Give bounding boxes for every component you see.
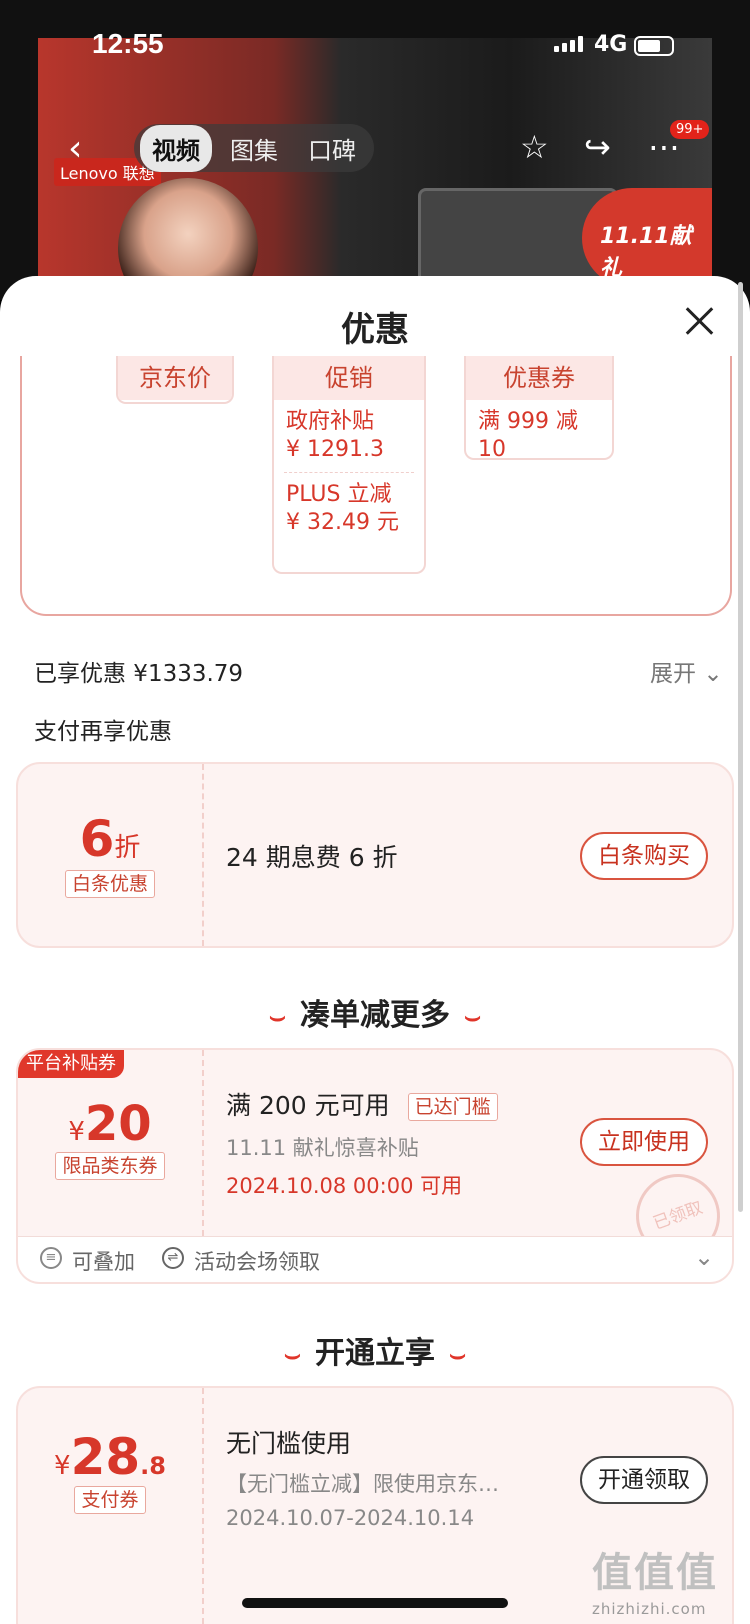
platform-coupon-footer: ≡ 可叠加 ⇌ 活动会场领取 ⌄ xyxy=(18,1236,732,1282)
baitiao-tag: 白条优惠 xyxy=(64,870,155,898)
coupon-item: 满 999 减 10 xyxy=(478,409,578,460)
tab-video[interactable]: 视频 xyxy=(140,124,212,172)
section-activate: ⌣ 开通立享 ⌣ xyxy=(283,1336,467,1371)
platform-coupon-subtitle: 11.11 献礼惊喜补贴 xyxy=(226,1136,419,1160)
venue-label: 活动会场领取 xyxy=(194,1250,320,1274)
message-badge: 99+ xyxy=(670,120,710,139)
enjoyed-discount: 已享优惠 ¥1333.79 xyxy=(34,661,244,687)
pay-more-heading: 支付再享优惠 xyxy=(34,719,172,745)
jd-price-label: 京东价 xyxy=(118,356,232,400)
baitiao-offer-card: 6折 白条优惠 24 期息费 6 折 白条购买 xyxy=(16,762,734,948)
coupon-card: 优惠券 满 999 减 10 xyxy=(464,356,614,460)
sheet-title: 优惠 xyxy=(341,310,409,350)
stackable-icon: ≡ xyxy=(40,1247,62,1269)
promo-item-subsidy: 政府补贴 ¥ 1291.3 xyxy=(286,409,384,462)
platform-coupon-card: 平台补贴券 ¥20 限品类东券 满 200 元可用 已达门槛 11.11 献礼惊… xyxy=(16,1048,734,1284)
product-top-nav: ‹ 视频 图集 口碑 ☆ ↪ ⋯ 99+ xyxy=(0,120,750,180)
coupon-label: 优惠券 xyxy=(466,356,612,400)
star-icon[interactable]: ☆ xyxy=(520,128,549,166)
baitiao-discount: 6折 xyxy=(79,810,141,868)
pay-coupon-subtitle: 【无门槛立减】限使用京东… xyxy=(226,1472,499,1496)
media-tabs: 视频 图集 口碑 xyxy=(134,124,374,172)
pay-coupon-tag: 支付券 xyxy=(74,1486,146,1514)
jd-price-card: 京东价 xyxy=(116,356,234,404)
baitiao-desc: 24 期息费 6 折 xyxy=(226,843,398,872)
section-more-discounts: ⌣ 凑单减更多 ⌣ xyxy=(268,998,482,1033)
platform-coupon-title-row: 满 200 元可用 已达门槛 xyxy=(226,1086,498,1122)
signal-icon xyxy=(554,36,583,52)
pay-coupon-left: ¥28.8 支付券 xyxy=(18,1388,204,1624)
close-icon[interactable] xyxy=(684,306,714,336)
baitiao-left: 6折 白条优惠 xyxy=(18,764,204,946)
tab-reviews[interactable]: 口碑 xyxy=(296,125,368,172)
back-arrow-icon[interactable]: ‹ xyxy=(68,128,82,169)
discount-sheet: 优惠 京东价 促销 政府补贴 ¥ 1291.3 PLUS 立减 ¥ 32.49 … xyxy=(0,276,750,1624)
stackable-label: 可叠加 xyxy=(72,1250,135,1274)
battery-icon xyxy=(634,36,674,56)
threshold-reached-tag: 已达门槛 xyxy=(407,1093,498,1121)
status-time: 12:55 xyxy=(92,28,164,59)
home-indicator[interactable] xyxy=(242,1598,508,1608)
site-watermark: 值值值 zhizhizhi.com xyxy=(592,1550,718,1618)
promo-item-plus: PLUS 立减 ¥ 32.49 元 xyxy=(286,482,399,535)
expand-button[interactable]: 展开 ⌄ xyxy=(650,654,723,688)
chevron-down-icon[interactable]: ⌄ xyxy=(694,1243,714,1271)
status-bar: 12:55 4G xyxy=(0,0,750,90)
chevron-down-icon: ⌄ xyxy=(703,661,723,687)
promo-label: 促销 xyxy=(274,356,424,400)
share-icon[interactable]: ↪ xyxy=(584,128,611,166)
platform-subsidy-tag: 平台补贴券 xyxy=(18,1050,124,1078)
platform-coupon-amount: ¥20 xyxy=(68,1096,152,1152)
use-now-button[interactable]: 立即使用 xyxy=(580,1118,708,1166)
venue-icon: ⇌ xyxy=(162,1247,184,1269)
activate-claim-button[interactable]: 开通领取 xyxy=(580,1456,708,1504)
pay-coupon-title: 无门槛使用 xyxy=(226,1429,352,1458)
tab-gallery[interactable]: 图集 xyxy=(218,125,290,172)
baitiao-buy-button[interactable]: 白条购买 xyxy=(580,832,708,880)
platform-coupon-date: 2024.10.08 00:00 可用 xyxy=(226,1174,463,1198)
price-breakdown: 京东价 促销 政府补贴 ¥ 1291.3 PLUS 立减 ¥ 32.49 元 优… xyxy=(20,356,732,616)
scrollbar[interactable] xyxy=(738,282,743,1212)
promo-card: 促销 政府补贴 ¥ 1291.3 PLUS 立减 ¥ 32.49 元 xyxy=(272,356,426,574)
pay-coupon-date: 2024.10.07-2024.10.14 xyxy=(226,1506,475,1530)
platform-coupon-title: 满 200 元可用 xyxy=(226,1091,390,1120)
promo-banner: 11.11献礼 xyxy=(582,188,712,288)
platform-coupon-tag: 限品类东券 xyxy=(55,1152,165,1180)
network-label: 4G xyxy=(594,32,628,57)
pay-coupon-amount: ¥28.8 xyxy=(54,1428,166,1486)
